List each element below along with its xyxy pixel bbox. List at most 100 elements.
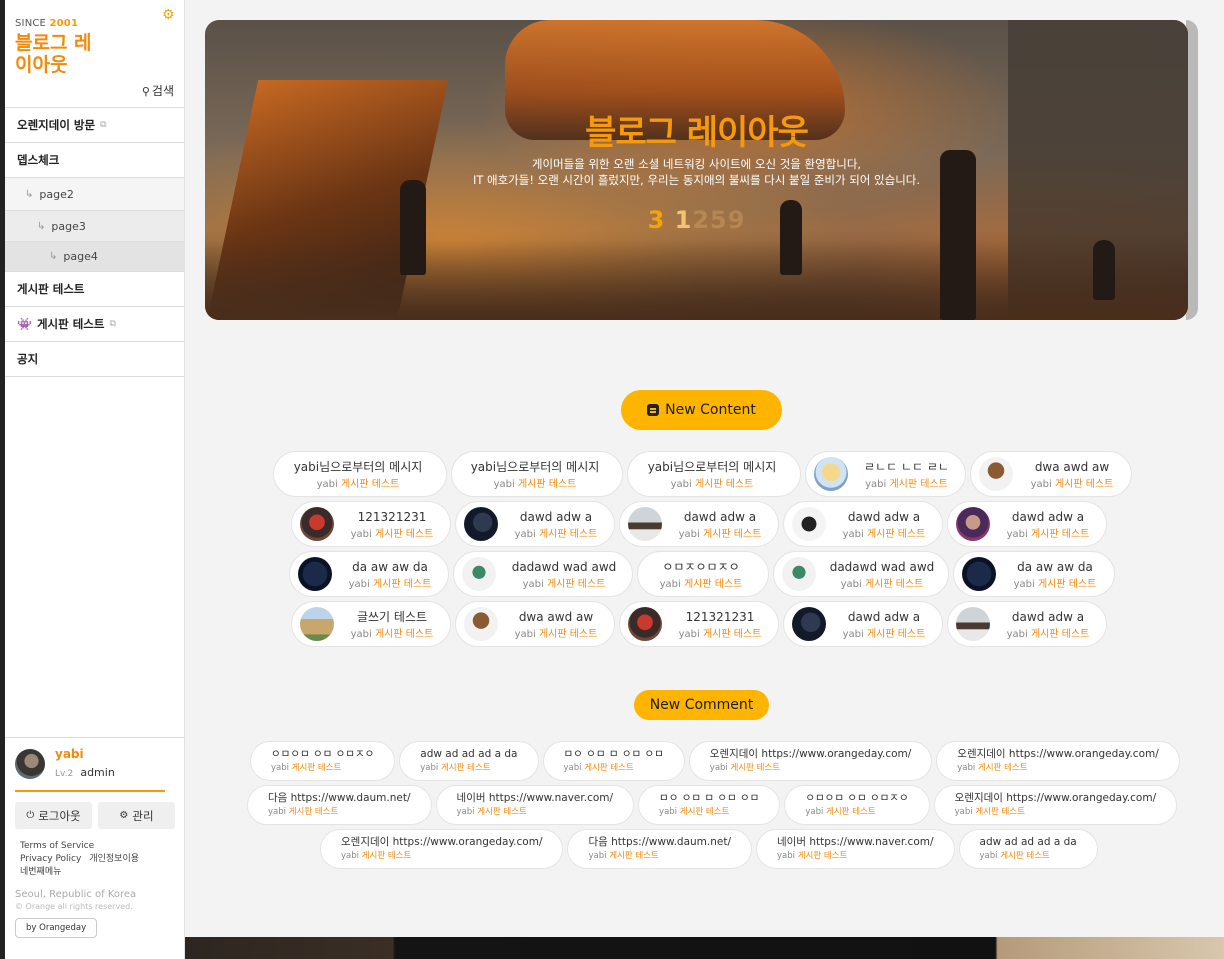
privacy-link[interactable]: Privacy Policy [20, 854, 81, 864]
content-card[interactable]: ㅇㅁㅈㅇㅁㅈㅇ yabi 게시판 테스트 [637, 551, 769, 597]
privacy-usage-link[interactable]: 개인정보이용 [89, 854, 139, 864]
by-orangeday-button[interactable]: by Orangeday [15, 918, 98, 938]
logo-title[interactable]: 블로그 레이아웃 [15, 32, 105, 76]
comment-card[interactable]: adw ad ad ad a da yabi 게시판 테스트 [399, 741, 539, 781]
content-card[interactable]: yabi님으로부터의 메시지 yabi 게시판 테스트 [627, 451, 801, 497]
comment-board[interactable]: 게시판 테스트 [362, 851, 412, 861]
content-card[interactable]: dadawd wad awd yabi 게시판 테스트 [773, 551, 949, 597]
content-card[interactable]: 글쓰기 테스트 yabi 게시판 테스트 [291, 601, 451, 647]
content-card[interactable]: dawd adw a yabi 게시판 테스트 [783, 601, 943, 647]
comment-card[interactable]: ㅇㅁㅇㅁ ㅇㅁ ㅇㅁㅈㅇ yabi 게시판 테스트 [784, 785, 930, 825]
menu-page4[interactable]: ↳ page4 [5, 242, 184, 272]
comment-board[interactable]: 게시판 테스트 [289, 807, 339, 817]
content-card[interactable]: dawd adw a yabi 게시판 테스트 [947, 501, 1107, 547]
content-card[interactable]: da aw aw da yabi 게시판 테스트 [289, 551, 449, 597]
comment-author: yabi [271, 763, 289, 773]
content-card[interactable]: dawd adw a yabi 게시판 테스트 [455, 501, 615, 547]
menu-page2[interactable]: ↳ page2 [5, 178, 184, 211]
post-board[interactable]: 게시판 테스트 [684, 579, 742, 590]
post-board[interactable]: 게시판 테스트 [867, 529, 925, 540]
comment-board[interactable]: 게시판 테스트 [978, 763, 1028, 773]
comment-board[interactable]: 게시판 테스트 [826, 807, 876, 817]
gear-icon[interactable]: ⚙ [162, 8, 176, 22]
comment-card[interactable]: ㅁㅇ ㅇㅁ ㅁ ㅇㅁ ㅇㅁ yabi 게시판 테스트 [542, 741, 685, 781]
post-board[interactable]: 게시판 테스트 [373, 579, 431, 590]
post-board[interactable]: 게시판 테스트 [889, 479, 947, 490]
comment-card[interactable]: 네이버 https://www.naver.com/yabi 게시판 테스트 [435, 785, 635, 825]
post-board[interactable]: 게시판 테스트 [867, 629, 925, 640]
post-board[interactable]: 게시판 테스트 [695, 479, 753, 490]
comment-card[interactable]: 오렌지데이 https://www.orangeday.com/yabi 게시판… [688, 741, 933, 781]
comment-card[interactable]: ㅁㅇ ㅇㅁ ㅁ ㅇㅁ ㅇㅁ yabi 게시판 테스트 [638, 785, 781, 825]
content-card[interactable]: dwa awd aw yabi 게시판 테스트 [455, 601, 615, 647]
comment-board[interactable]: 게시판 테스트 [1000, 851, 1050, 861]
comment-board[interactable]: 게시판 테스트 [731, 763, 781, 773]
profile-name[interactable]: yabi [55, 748, 115, 761]
content-card[interactable]: 121321231 yabi 게시판 테스트 [291, 501, 451, 547]
content-card[interactable]: dawd adw a yabi 게시판 테스트 [619, 501, 779, 547]
post-author: yabi [348, 578, 370, 590]
comment-board[interactable]: 게시판 테스트 [680, 807, 730, 817]
post-board[interactable]: 게시판 테스트 [375, 529, 433, 540]
terms-link[interactable]: Terms of Service [20, 841, 94, 851]
content-card[interactable]: dawd adw a yabi 게시판 테스트 [783, 501, 943, 547]
post-board[interactable]: 게시판 테스트 [375, 629, 433, 640]
comment-card[interactable]: 다음 https://www.daum.net/yabi 게시판 테스트 [567, 829, 753, 869]
post-board[interactable]: 게시판 테스트 [518, 479, 576, 490]
post-board[interactable]: 게시판 테스트 [1038, 579, 1096, 590]
comment-board[interactable]: 게시판 테스트 [441, 763, 491, 773]
content-card[interactable]: ㄹㄴㄷ ㄴㄷ ㄹㄴ yabi 게시판 테스트 [805, 451, 966, 497]
new-comment-button[interactable]: New Comment [634, 690, 769, 720]
content-card[interactable]: da aw aw da yabi 게시판 테스트 [953, 551, 1115, 597]
post-board[interactable]: 게시판 테스트 [547, 579, 605, 590]
content-card[interactable]: 121321231 yabi 게시판 테스트 [619, 601, 779, 647]
menu-board-test-external[interactable]: 👾 게시판 테스트 ⧉ [5, 307, 184, 342]
menu-board-test[interactable]: 게시판 테스트 [5, 272, 184, 307]
post-board[interactable]: 게시판 테스트 [539, 629, 597, 640]
comment-board[interactable]: 게시판 테스트 [477, 807, 527, 817]
post-title: dadawd wad awd [511, 559, 617, 574]
comment-author: yabi [659, 807, 678, 817]
menu-depth-check[interactable]: 뎁스체크 [5, 143, 184, 178]
comment-card[interactable]: 오렌지데이 https://www.orangeday.com/yabi 게시판… [320, 829, 564, 869]
post-board[interactable]: 게시판 테스트 [1031, 629, 1089, 640]
logout-button[interactable]: ⏻ 로그아웃 [15, 802, 92, 829]
post-board[interactable]: 게시판 테스트 [1031, 529, 1089, 540]
post-author: yabi [350, 628, 372, 640]
comment-card[interactable]: 다음 https://www.daum.net/yabi 게시판 테스트 [247, 785, 432, 825]
manage-button[interactable]: ⚙ 관리 [98, 802, 175, 829]
comment-card[interactable]: 오렌지데이 https://www.orangeday.com/yabi 게시판… [933, 785, 1178, 825]
comment-card[interactable]: ㅇㅁㅇㅁ ㅇㅁ ㅇㅁㅈㅇ yabi 게시판 테스트 [250, 741, 396, 781]
content-card[interactable]: dadawd wad awd yabi 게시판 테스트 [453, 551, 633, 597]
search-link[interactable]: ⚲ 검색 [142, 82, 174, 99]
fourth-menu-link[interactable]: 네번째메뉴 [20, 867, 61, 877]
content-card[interactable]: dwa awd aw yabi 게시판 테스트 [970, 451, 1132, 497]
post-board[interactable]: 게시판 테스트 [865, 579, 923, 590]
content-card[interactable]: yabi님으로부터의 메시지 yabi 게시판 테스트 [273, 451, 447, 497]
comment-card[interactable]: 네이버 https://www.naver.com/yabi 게시판 테스트 [756, 829, 955, 869]
menu-notice[interactable]: 공지 [5, 342, 184, 377]
content-row: da aw aw da yabi 게시판 테스트 dadawd wad awd yab… [289, 551, 1115, 597]
avatar[interactable] [15, 749, 45, 779]
post-board[interactable]: 게시판 테스트 [703, 529, 761, 540]
post-title: 121321231 [685, 609, 755, 624]
content-card[interactable]: dawd adw a yabi 게시판 테스트 [947, 601, 1107, 647]
comment-card[interactable]: adw ad ad ad a da yabi 게시판 테스트 [958, 829, 1098, 869]
card-text: 121321231 yabi 게시판 테스트 [346, 509, 438, 540]
comment-board[interactable]: 게시판 테스트 [584, 763, 634, 773]
comment-card[interactable]: 오렌지데이 https://www.orangeday.com/yabi 게시판… [936, 741, 1180, 781]
content-card[interactable]: yabi님으로부터의 메시지 yabi 게시판 테스트 [451, 451, 623, 497]
menu-page3[interactable]: ↳ page3 [5, 211, 184, 242]
comment-board[interactable]: 게시판 테스트 [292, 763, 342, 773]
post-board[interactable]: 게시판 테스트 [703, 629, 761, 640]
post-board[interactable]: 게시판 테스트 [341, 479, 399, 490]
post-board[interactable]: 게시판 테스트 [1055, 479, 1113, 490]
comment-board[interactable]: 게시판 테스트 [798, 851, 848, 861]
post-board[interactable]: 게시판 테스트 [539, 529, 597, 540]
menu-orangeday-visit[interactable]: 오렌지데이 방문 ⧉ [5, 108, 184, 143]
comment-board[interactable]: 게시판 테스트 [609, 851, 659, 861]
post-title: dawd adw a [1011, 509, 1085, 524]
post-meta: yabi 게시판 테스트 [510, 625, 602, 640]
new-content-button[interactable]: New Content [621, 390, 782, 430]
comment-board[interactable]: 게시판 테스트 [975, 807, 1025, 817]
